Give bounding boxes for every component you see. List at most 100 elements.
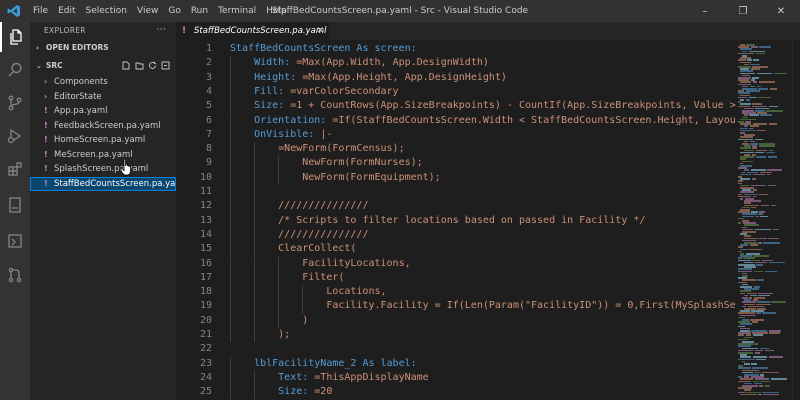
document-icon[interactable] [0, 190, 30, 220]
tree-item-components[interactable]: › Components [30, 75, 176, 90]
code-line[interactable]: 23 lblFacilityName_2 As label: [176, 356, 736, 371]
code-line[interactable]: 25 Size: =20 [176, 385, 736, 400]
tree-item-staffbedcounts-yaml[interactable]: ! StaffBedCountsScreen.pa.yaml [30, 176, 186, 191]
code-line[interactable]: 17 Filter( [176, 270, 736, 286]
code-line[interactable]: 21); [176, 328, 736, 343]
explorer-icon[interactable] [0, 22, 30, 52]
menu-run[interactable]: Run [186, 0, 213, 22]
code-key: Size: [278, 386, 315, 398]
chevron-down-icon: ⌄ [36, 62, 42, 70]
minimize-button[interactable]: – [686, 0, 724, 22]
refresh-icon[interactable] [148, 61, 157, 70]
code-line[interactable]: 6 Orientation: =If(StaffBedCountsScreen.W… [176, 113, 736, 128]
code-text: /////////////// [278, 228, 368, 242]
close-tab-icon[interactable]: ✕ [316, 26, 324, 36]
terminal-icon[interactable] [0, 226, 30, 256]
minimap-line [752, 81, 758, 83]
code-line[interactable]: 9 NewForm(FormNurses); [176, 156, 736, 171]
tree-item-splash-yaml[interactable]: ! SplashScreen.pa.yaml [30, 162, 176, 177]
indent-guide [302, 285, 304, 300]
tree-item-app-yaml[interactable]: ! App.pa.yaml [30, 104, 176, 119]
line-number: 13 [199, 214, 212, 226]
code-line[interactable]: 4 Fill: =varColorSecondary [176, 84, 736, 100]
indent-guide [278, 313, 280, 328]
tree-item-editorstate[interactable]: › EditorState [30, 90, 176, 105]
menu-file[interactable]: File [28, 0, 53, 22]
line-number: 10 [199, 171, 212, 183]
indent-guide [254, 313, 256, 328]
minimap[interactable] [736, 40, 792, 400]
new-folder-icon[interactable] [135, 61, 144, 70]
menu-terminal[interactable]: Terminal [213, 0, 261, 22]
code-line[interactable]: 20) [176, 313, 736, 328]
code-line[interactable]: 12 /////////////// [176, 199, 736, 214]
minimap-line [764, 349, 774, 352]
tree-item-feedback-yaml[interactable]: ! FeedbackScreen.pa.yaml [30, 119, 176, 134]
source-control-icon[interactable] [0, 88, 30, 118]
tree-item-label: Components [54, 77, 108, 87]
code-line[interactable]: 3 Height: =Max(App.Height, App.DesignHeig… [176, 70, 736, 85]
tab-staffbedcounts[interactable]: ! StaffBedCountsScreen.pa.yaml ✕ [176, 22, 330, 40]
code-line[interactable]: 10 NewForm(FormEquipment); [176, 170, 736, 185]
menu-view[interactable]: View [132, 0, 163, 22]
minimap-line [745, 99, 750, 101]
minimap-line [759, 193, 768, 196]
code-line[interactable]: 19 Facility.Facility = If(Len(Param("Faci… [176, 299, 736, 314]
indent-guide [254, 170, 256, 185]
code-text: Fill: =varColorSecondary [254, 85, 399, 99]
code-line[interactable]: 5 Size: =1 + CountRows(App.SizeBreakpoint… [176, 99, 736, 114]
code-editor[interactable]: 1 StaffBedCountsScreen As screen: 2 Width: … [176, 40, 736, 400]
code-line[interactable]: 15 ClearCollect( [176, 242, 736, 257]
restore-button[interactable]: ❐ [724, 0, 762, 22]
code-line[interactable]: 18 Locations, [176, 285, 736, 300]
collapse-all-icon[interactable] [161, 61, 170, 70]
code-value: /////////////// [278, 200, 369, 212]
minimap-line [764, 270, 778, 273]
editor-tabs: ! StaffBedCountsScreen.pa.yaml ✕ [176, 22, 800, 40]
minimap-line [754, 352, 760, 354]
editor-scrollbar[interactable] [792, 40, 800, 400]
code-line[interactable]: 11 [176, 185, 736, 200]
code-line[interactable]: 8 =NewForm(FormCensus); [176, 142, 736, 157]
code-value: Filter( [302, 271, 345, 283]
menu-selection[interactable]: Selection [81, 0, 132, 22]
tree-item-me-yaml[interactable]: ! MeScreen.pa.yaml [30, 148, 176, 163]
search-icon[interactable] [0, 55, 30, 85]
indent-guide [278, 156, 280, 171]
line-number: 9 [205, 157, 212, 169]
code-line[interactable]: 13 /* Scripts to filter locations based o… [176, 213, 736, 228]
indent-guide [254, 370, 256, 386]
tree-item-home-yaml[interactable]: ! HomeScreen.pa.yaml [30, 133, 176, 148]
code-line[interactable]: 2 Width: =Max(App.Width, App.DesignWidth) [176, 56, 736, 71]
minimap-line [753, 270, 764, 273]
close-button[interactable]: ✕ [762, 0, 800, 22]
menu-help[interactable]: Help [261, 0, 292, 22]
window-controls: – ❐ ✕ [686, 0, 800, 22]
new-file-icon[interactable] [122, 61, 131, 70]
minimap-line [769, 88, 777, 90]
run-debug-icon[interactable] [0, 121, 30, 151]
code-line[interactable]: 7 OnVisible: |- [176, 127, 736, 143]
menu-go[interactable]: Go [163, 0, 185, 22]
minimap-line [767, 156, 778, 158]
line-number: 22 [199, 343, 212, 355]
extensions-icon[interactable] [0, 154, 30, 184]
minimap-line [756, 358, 766, 361]
git-graph-icon[interactable] [0, 260, 30, 290]
more-actions-button[interactable]: ··· [157, 22, 166, 39]
yaml-file-icon: ! [182, 26, 187, 36]
line-number: 14 [199, 228, 212, 240]
code-line[interactable]: 14 /////////////// [176, 227, 736, 243]
minimap-line [772, 228, 779, 231]
code-key: Height: [254, 71, 303, 83]
code-line[interactable]: 24 Text: =ThisAppDisplayName [176, 370, 736, 386]
src-folder-section[interactable]: ⌄ SRC [30, 58, 176, 73]
code-text: Width: =Max(App.Width, App.DesignWidth) [254, 56, 489, 70]
code-line[interactable]: 16 FacilityLocations, [176, 256, 736, 271]
menu-edit[interactable]: Edit [53, 0, 80, 22]
open-editors-section[interactable]: › OPEN EDITORS [30, 40, 176, 55]
indent-guide [254, 142, 256, 157]
code-line[interactable]: 22 [176, 342, 736, 356]
minimap-line [765, 151, 776, 154]
code-line[interactable]: 1 StaffBedCountsScreen As screen: [176, 42, 736, 56]
